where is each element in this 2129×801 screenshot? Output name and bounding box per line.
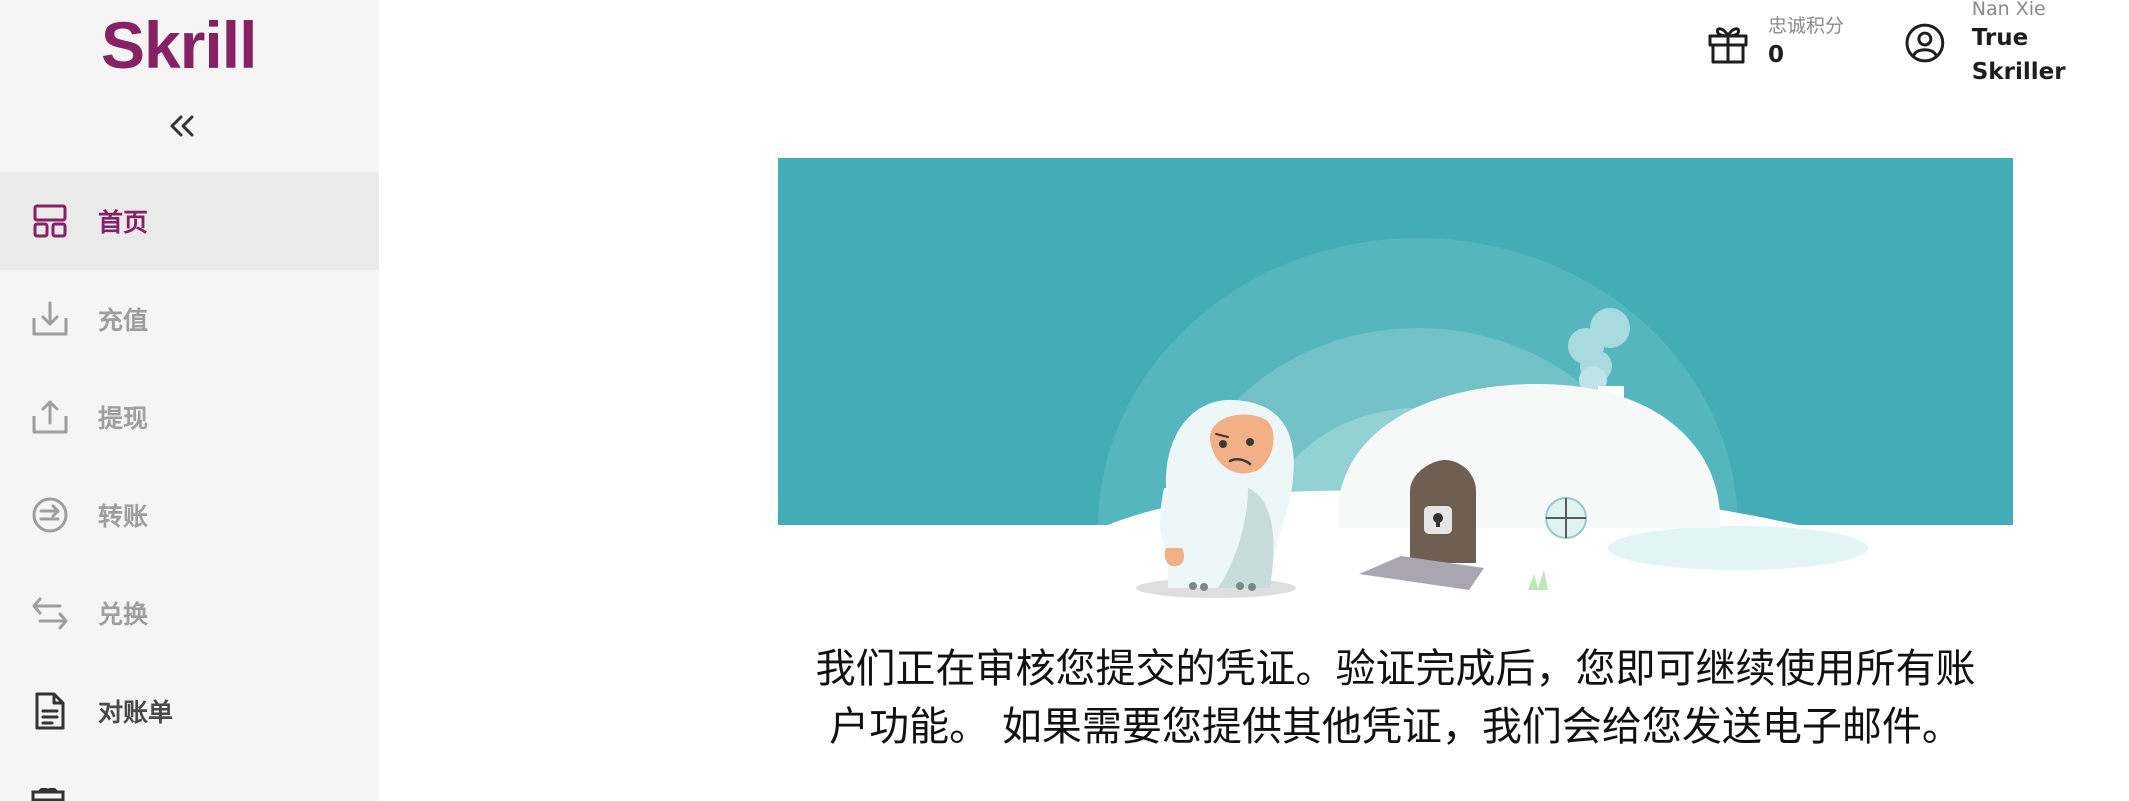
account-status: True Skriller <box>1971 25 2066 85</box>
sidebar-item-statements[interactable]: 对账单 <box>0 662 379 760</box>
exchange-icon <box>30 593 70 633</box>
sidebar-item-label: 兑换 <box>98 600 149 629</box>
skrill-logo[interactable]: Skrill <box>101 10 281 80</box>
sidebar-item-label: 首页 <box>98 208 149 237</box>
sidebar-item-withdraw[interactable]: 提现 <box>0 368 379 466</box>
loyalty-points[interactable]: 忠诚积分 0 <box>1706 12 1844 74</box>
withdraw-icon <box>30 397 70 437</box>
user-circle-icon <box>1905 23 1945 63</box>
sidebar-item-home[interactable]: 首页 <box>0 172 379 270</box>
message-line: 户功能。 如果需要您提供其他凭证，我们会给您发送电子邮件。 <box>829 704 1962 750</box>
gift-icon[interactable] <box>30 788 66 801</box>
collapse-sidebar-button[interactable] <box>160 104 204 148</box>
sidebar-item-label: 提现 <box>98 404 149 433</box>
sidebar-item-deposit[interactable]: 充值 <box>0 270 379 368</box>
sidebar-item-exchange[interactable]: 兑换 <box>0 564 379 662</box>
gift-icon <box>1708 27 1748 64</box>
transfer-icon <box>30 495 70 535</box>
loyalty-value: 0 <box>1768 42 1785 68</box>
sidebar-item-label: 对账单 <box>98 698 174 727</box>
sidebar-item-transfer[interactable]: 转账 <box>0 466 379 564</box>
sidebar: Skrill 首页 充值 提现 转账 兑换 对账单 <box>0 0 379 801</box>
message-line: 我们正在审核您提交的凭证。验证完成后，您即可继续使用所有账 <box>815 646 1976 692</box>
account-menu[interactable]: Nan Xie True Skriller <box>1904 0 2129 85</box>
yeti-igloo-illustration <box>778 158 2013 598</box>
double-chevron-left-icon <box>170 115 194 137</box>
loyalty-label: 忠诚积分 <box>1768 15 1845 37</box>
deposit-icon <box>30 299 70 339</box>
dashboard-icon <box>30 201 70 241</box>
sidebar-nav: 首页 充值 提现 转账 兑换 对账单 <box>0 172 379 760</box>
statement-icon <box>30 691 70 731</box>
sidebar-item-label: 充值 <box>98 306 149 335</box>
sidebar-item-label: 转账 <box>98 502 149 531</box>
user-name: Nan Xie <box>1971 0 2046 20</box>
verification-message: 我们正在审核您提交的凭证。验证完成后，您即可继续使用所有账 户功能。 如果需要您… <box>778 640 2013 756</box>
